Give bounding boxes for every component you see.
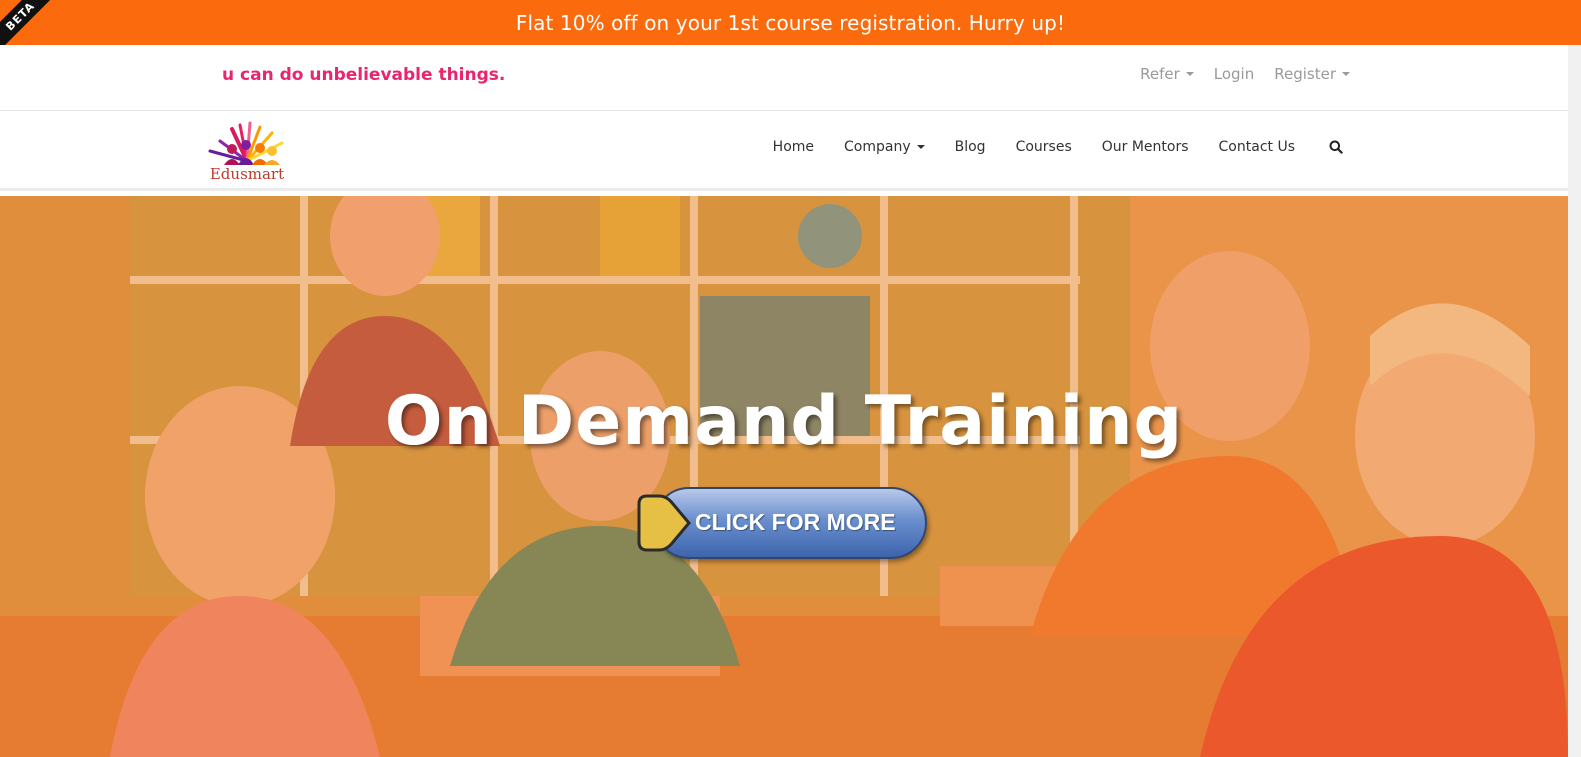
promo-text: Flat 10% off on your 1st course registra…: [515, 10, 1066, 35]
tagline: u can do unbelievable things.: [222, 65, 506, 85]
nav-item-home[interactable]: Home: [773, 139, 814, 155]
hero-banner: On Demand Training CLICK FOR MORE: [0, 196, 1568, 757]
nav-item-label: Our Mentors: [1101, 139, 1189, 155]
hero-overlay: [0, 196, 1568, 757]
register-label: Register: [1274, 65, 1336, 83]
primary-menu: Home Company Blog Courses Our Mentors Co…: [773, 139, 1343, 155]
cta-label: CLICK FOR MORE: [695, 509, 896, 535]
promo-banner: Flat 10% off on your 1st course registra…: [0, 0, 1581, 45]
refer-label: Refer: [1140, 65, 1180, 83]
hero-title: On Demand Training: [384, 382, 1184, 461]
search-button[interactable]: [1329, 140, 1343, 154]
nav-item-label: Contact Us: [1218, 139, 1295, 155]
logo-burst-icon: [208, 121, 284, 165]
brand-name: Edusmart: [209, 165, 285, 183]
nav-item-blog[interactable]: Blog: [955, 139, 986, 155]
brand-logo[interactable]: Edusmart: [202, 121, 292, 183]
nav-item-company[interactable]: Company: [844, 139, 925, 155]
nav-item-label: Courses: [1015, 139, 1072, 155]
play-arrow-icon: [637, 494, 691, 552]
nav-item-our-mentors[interactable]: Our Mentors: [1102, 139, 1189, 155]
main-navbar: Edusmart Home Company Blog Courses Our M…: [0, 111, 1568, 191]
nav-item-courses[interactable]: Courses: [1016, 139, 1072, 155]
chevron-down-icon: [1185, 72, 1194, 76]
nav-item-label: Home: [772, 139, 815, 155]
click-for-more-button[interactable]: CLICK FOR MORE: [637, 486, 929, 560]
chevron-down-icon: [916, 145, 925, 149]
nav-item-label: Company: [844, 139, 911, 155]
top-nav: Refer Login Register: [1140, 65, 1350, 83]
scrollbar[interactable]: [1568, 45, 1581, 757]
register-link[interactable]: Register: [1274, 65, 1350, 83]
chevron-down-icon: [1342, 72, 1350, 76]
nav-item-contact-us[interactable]: Contact Us: [1219, 139, 1295, 155]
top-bar: u can do unbelievable things. Refer Logi…: [0, 45, 1568, 111]
refer-link[interactable]: Refer: [1140, 65, 1194, 83]
login-link[interactable]: Login: [1214, 65, 1254, 83]
login-label: Login: [1213, 65, 1255, 83]
search-icon: [1329, 140, 1343, 154]
nav-item-label: Blog: [954, 139, 986, 155]
